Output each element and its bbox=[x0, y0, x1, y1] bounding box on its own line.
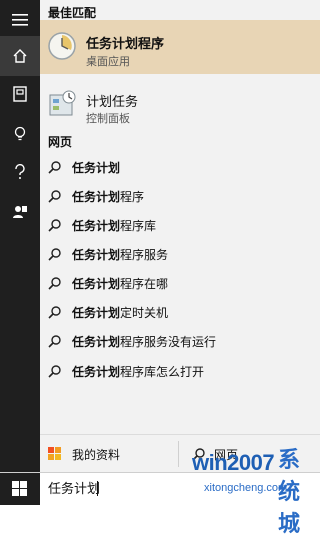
windows-start-icon bbox=[12, 481, 27, 496]
best-match-result[interactable]: 任务计划程序 桌面应用 bbox=[40, 20, 320, 74]
web-section-header: 网页 bbox=[48, 135, 73, 149]
search-filter-bar: 我的资料 网页 bbox=[40, 434, 320, 473]
search-icon bbox=[192, 448, 205, 461]
schedule-task-title: 计划任务 bbox=[86, 95, 139, 110]
feedback-button[interactable] bbox=[0, 192, 40, 232]
notebook-icon bbox=[13, 86, 27, 102]
schedule-task-subtitle: 控制面板 bbox=[86, 112, 130, 125]
lightbulb-icon bbox=[14, 126, 26, 141]
my-stuff-button[interactable]: 我的资料 bbox=[48, 435, 120, 473]
suggestion-bold: 任务计划 bbox=[72, 334, 121, 349]
search-icon bbox=[48, 365, 61, 378]
suggestion-bold: 任务计划 bbox=[72, 218, 121, 233]
suggestion-rest: 程序库 bbox=[120, 218, 157, 233]
web-suggestion[interactable]: 任务计划 bbox=[48, 156, 316, 178]
suggestion-bold: 任务计划 bbox=[72, 160, 121, 175]
question-icon bbox=[15, 164, 25, 179]
web-suggestion[interactable]: 任务计划 程序服务没有运行 bbox=[48, 330, 316, 352]
web-suggestion[interactable]: 任务计划 程序在哪 bbox=[48, 272, 316, 294]
web-suggestion[interactable]: 任务计划 程序库怎么打开 bbox=[48, 360, 316, 382]
cortana-sidebar bbox=[0, 0, 40, 472]
my-stuff-label: 我的资料 bbox=[72, 447, 121, 462]
control-panel-schedule-icon bbox=[49, 90, 76, 116]
suggestion-rest: 程序 bbox=[120, 189, 145, 204]
windows-logo-icon bbox=[48, 447, 61, 460]
home-icon bbox=[13, 49, 27, 63]
suggestion-rest: 程序服务没有运行 bbox=[120, 334, 217, 349]
web-filter-label: 网页 bbox=[214, 447, 239, 462]
text-caret bbox=[97, 481, 98, 496]
feedback-icon bbox=[13, 206, 27, 218]
best-match-title: 任务计划程序 bbox=[86, 37, 165, 52]
web-suggestion[interactable]: 任务计划 程序库 bbox=[48, 214, 316, 236]
task-scheduler-icon bbox=[48, 32, 76, 60]
filter-divider bbox=[178, 441, 179, 467]
suggestion-rest: 程序服务 bbox=[120, 247, 169, 262]
reminders-button[interactable] bbox=[0, 114, 40, 154]
web-suggestion[interactable]: 任务计划 程序 bbox=[48, 185, 316, 207]
search-results-panel: 最佳匹配 任务计划程序 桌面应用 计划任务 控制面板 网页 任务计划 任务计划程… bbox=[40, 0, 320, 434]
search-icon bbox=[48, 190, 61, 203]
start-button[interactable] bbox=[0, 473, 40, 505]
search-icon bbox=[48, 248, 61, 261]
suggestion-rest: 程序在哪 bbox=[120, 276, 169, 291]
suggestion-bold: 任务计划 bbox=[72, 364, 121, 379]
suggestion-bold: 任务计划 bbox=[72, 305, 121, 320]
schedule-task-result[interactable]: 计划任务 控制面板 bbox=[40, 80, 320, 125]
search-input[interactable] bbox=[48, 480, 198, 495]
suggestion-rest: 定时关机 bbox=[120, 305, 169, 320]
search-icon bbox=[48, 277, 61, 290]
help-button[interactable] bbox=[0, 152, 40, 192]
suggestion-bold: 任务计划 bbox=[72, 247, 121, 262]
hamburger-menu-icon bbox=[12, 14, 28, 26]
web-suggestion[interactable]: 任务计划 定时关机 bbox=[48, 301, 316, 323]
search-icon bbox=[48, 219, 61, 232]
suggestion-bold: 任务计划 bbox=[72, 276, 121, 291]
best-match-header: 最佳匹配 bbox=[48, 6, 97, 20]
best-match-subtitle: 桌面应用 bbox=[86, 55, 130, 68]
hamburger-menu-button[interactable] bbox=[0, 0, 40, 40]
suggestion-bold: 任务计划 bbox=[72, 189, 121, 204]
home-button[interactable] bbox=[0, 36, 40, 76]
web-suggestion[interactable]: 任务计划 程序服务 bbox=[48, 243, 316, 265]
search-icon bbox=[48, 161, 61, 174]
search-icon bbox=[48, 335, 61, 348]
web-filter-button[interactable]: 网页 bbox=[192, 435, 238, 473]
taskbar bbox=[0, 472, 320, 505]
search-icon bbox=[48, 306, 61, 319]
notebook-button[interactable] bbox=[0, 74, 40, 114]
suggestion-rest: 程序库怎么打开 bbox=[120, 364, 205, 379]
